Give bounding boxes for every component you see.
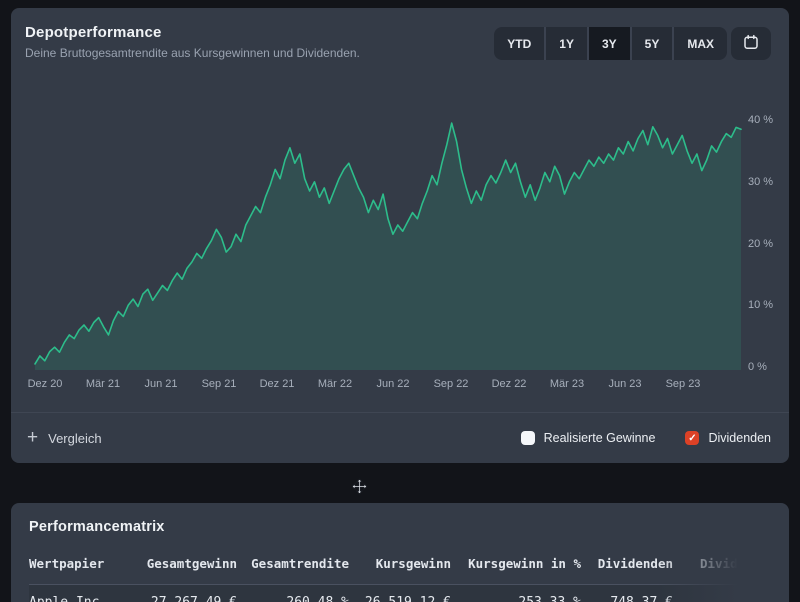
column-header-gesamtgewinn[interactable]: Gesamtgewinn	[129, 556, 237, 571]
range-button-max[interactable]: MAX	[674, 27, 727, 60]
time-range-group: YTD 1Y 3Y 5Y MAX	[494, 27, 727, 60]
depotperformance-card: Depotperformance Deine Bruttogesamtrendi…	[11, 8, 789, 463]
chart-footer: + Vergleich Realisierte Gewinne ✓ Divide…	[11, 413, 789, 463]
x-axis-tick: Jun 23	[608, 378, 641, 390]
cell-kursgewinn-pct: 253,33 %	[451, 595, 581, 602]
column-header-kursgewinn-pct[interactable]: Kursgewinn in %	[451, 556, 581, 571]
x-axis-tick: Sep 21	[202, 378, 237, 390]
column-header-kursgewinn[interactable]: Kursgewinn	[349, 556, 451, 571]
x-axis-tick: Dez 20	[28, 378, 63, 390]
toggle-label: Dividenden	[708, 431, 771, 445]
x-axis-tick: Mär 22	[318, 378, 352, 390]
x-axis-tick: Mär 21	[86, 378, 120, 390]
checkbox-dividenden[interactable]: ✓	[685, 431, 699, 445]
matrix-title: Performancematrix	[29, 519, 771, 535]
y-axis-tick: 10 %	[748, 299, 773, 311]
card-title-block: Depotperformance Deine Bruttogesamtrendi…	[25, 24, 360, 60]
column-header-dividenden[interactable]: Dividenden	[581, 556, 673, 571]
card-header: Depotperformance Deine Bruttogesamtrendi…	[11, 8, 789, 60]
cell-dividenden: 748,37 €	[581, 595, 673, 602]
time-range-selector: YTD 1Y 3Y 5Y MAX	[494, 27, 771, 60]
chart-toggles: Realisierte Gewinne ✓ Dividenden	[521, 431, 771, 445]
range-button-3y[interactable]: 3Y	[589, 27, 630, 60]
table-header-row: Wertpapier Gesamtgewinn Gesamtrendite Ku…	[29, 550, 771, 576]
performance-area-chart[interactable]	[33, 110, 743, 370]
y-axis-tick: 30 %	[748, 176, 773, 188]
checkbox-realisierte-gewinne[interactable]	[521, 431, 535, 445]
custom-range-button[interactable]	[731, 27, 771, 60]
chart-canvas	[33, 110, 743, 370]
page-title: Depotperformance	[25, 24, 360, 41]
range-button-5y[interactable]: 5Y	[632, 27, 673, 60]
column-header-wertpapier[interactable]: Wertpapier	[29, 556, 129, 571]
x-axis-labels: Dez 20Mär 21Jun 21Sep 21Dez 21Mär 22Jun …	[33, 378, 743, 394]
card-subtitle: Deine Bruttogesamtrendite aus Kursgewinn…	[25, 46, 360, 60]
cell-wertpapier[interactable]: Apple Inc	[29, 595, 129, 602]
y-axis-tick: 40 %	[748, 114, 773, 126]
toggle-dividenden[interactable]: ✓ Dividenden	[685, 431, 771, 445]
plus-icon: +	[27, 430, 38, 446]
y-axis-labels: 40 % 30 % 20 % 10 % 0 %	[748, 110, 793, 370]
performance-table: Wertpapier Gesamtgewinn Gesamtrendite Ku…	[29, 550, 771, 602]
range-button-ytd[interactable]: YTD	[494, 27, 544, 60]
chart-area-fill	[35, 123, 741, 370]
table-row-apple[interactable]: Apple Inc 27.267,49 € 260,48 % 26.519,12…	[29, 585, 771, 602]
toggle-label: Realisierte Gewinne	[544, 431, 656, 445]
x-axis-tick: Jun 22	[376, 378, 409, 390]
cell-gesamtrendite: 260,48 %	[237, 595, 349, 602]
x-axis-tick: Dez 22	[492, 378, 527, 390]
toggle-realisierte-gewinne[interactable]: Realisierte Gewinne	[521, 431, 656, 445]
x-axis-tick: Dez 21	[260, 378, 295, 390]
x-axis-tick: Jun 21	[144, 378, 177, 390]
column-header-dividenden-pct[interactable]: Dividenden in %	[673, 556, 771, 571]
x-axis-tick: Sep 23	[666, 378, 701, 390]
compare-label: Vergleich	[48, 431, 101, 446]
cell-kursgewinn: 26.519,12 €	[349, 595, 451, 602]
x-axis-tick: Mär 23	[550, 378, 584, 390]
move-cursor-icon	[351, 478, 368, 495]
calendar-icon	[743, 34, 759, 53]
performancematrix-card: Performancematrix Wertpapier Gesamtgewin…	[11, 503, 789, 602]
range-button-1y[interactable]: 1Y	[546, 27, 587, 60]
x-axis-tick: Sep 22	[434, 378, 469, 390]
y-axis-tick: 20 %	[748, 238, 773, 250]
add-comparison-button[interactable]: + Vergleich	[27, 430, 102, 446]
cell-gesamtgewinn: 27.267,49 €	[129, 595, 237, 602]
column-header-gesamtrendite[interactable]: Gesamtrendite	[237, 556, 349, 571]
y-axis-tick: 0 %	[748, 361, 767, 373]
